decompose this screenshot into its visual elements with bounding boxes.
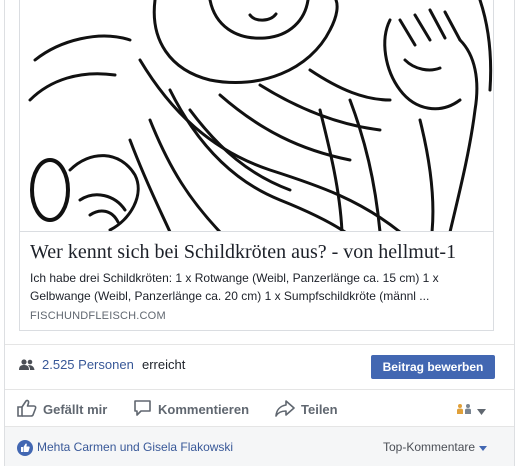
like-badge-icon [17,440,33,456]
reach-bar: 2.525 Personen erreicht Beitrag bewerben [5,344,514,384]
link-preview-image[interactable] [20,0,493,232]
reach-label: erreicht [142,357,186,372]
comment-sort-label: Top-Kommentare [383,440,476,454]
audience-selector[interactable] [456,402,486,420]
share-label: Teilen [301,401,338,417]
like-label: Gefällt mir [43,401,108,417]
likes-summary: Mehta Carmen und Gisela Flakowski Top-Ko… [5,427,514,466]
audience-selector-icon [456,402,474,420]
likes-names[interactable]: Mehta Carmen und Gisela Flakowski [37,440,233,454]
cartoon-illustration [20,0,493,231]
like-button[interactable]: Gefällt mir [17,398,107,420]
feed-post: Wer kennt sich bei Schildkröten aus? - v… [0,0,519,466]
thumbs-up-icon [17,399,43,420]
link-preview-card[interactable]: Wer kennt sich bei Schildkröten aus? - v… [19,0,494,331]
link-title[interactable]: Wer kennt sich bei Schildkröten aus? - v… [30,241,456,264]
post-actions: Gefällt mir Kommentieren Teilen [5,389,514,427]
share-button[interactable]: Teilen [275,398,338,420]
comment-button[interactable]: Kommentieren [133,398,249,420]
people-icon [19,358,35,376]
link-preview-body[interactable]: Wer kennt sich bei Schildkröten aus? - v… [20,233,493,330]
comment-sort-selector[interactable]: Top-Kommentare [383,440,488,454]
reach-count[interactable]: 2.525 Personen [42,357,134,372]
share-icon [275,399,301,420]
link-domain: FISCHUNDFLEISCH.COM [30,310,166,322]
boost-post-button[interactable]: Beitrag bewerben [371,355,495,379]
comment-label: Kommentieren [158,401,250,417]
link-description: Ich habe drei Schildkröten: 1 x Rotwange… [30,271,439,303]
post-border [514,0,515,466]
chevron-down-icon [477,402,486,420]
chevron-down-icon [479,440,488,454]
comment-icon [133,399,158,420]
